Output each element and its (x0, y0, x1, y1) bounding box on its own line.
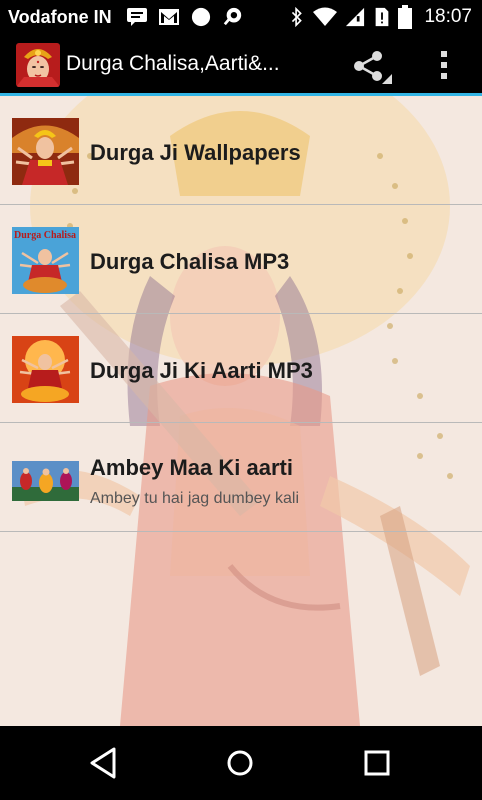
bluetooth-icon (291, 7, 302, 27)
wallpapers-thumbnail (12, 118, 79, 185)
wifi-icon (313, 7, 337, 26)
no-signal-icon (345, 7, 365, 27)
content-area: Durga Ji Wallpapers Durga Chalisa Durga … (0, 96, 482, 726)
app-title: Durga Chalisa,Aarti&... (66, 52, 280, 75)
list-item-label: Durga Chalisa MP3 (90, 249, 290, 274)
home-icon[interactable] (220, 745, 260, 781)
list-item-subtitle: Ambey tu hai jag dumbey kali (90, 490, 299, 507)
list-item-aarti-mp3[interactable]: Durga Ji Ki Aarti MP3 (0, 314, 482, 423)
circle-notification-icon (191, 7, 211, 27)
chalisa-thumbnail: Durga Chalisa (12, 227, 79, 294)
list-item-label: Durga Ji Wallpapers (90, 140, 301, 165)
aarti-thumbnail (12, 336, 79, 403)
gmail-icon (159, 9, 179, 25)
clock: 18:07 (424, 6, 472, 27)
app-icon[interactable] (16, 43, 60, 87)
list-item-ambey-maa[interactable]: Ambey Maa Ki aarti Ambey tu hai jag dumb… (0, 423, 482, 532)
list-item-label: Ambey Maa Ki aarti (90, 455, 293, 480)
battery-icon (398, 5, 412, 29)
recents-icon[interactable] (357, 745, 397, 781)
carrier-name: Vodafone IN (8, 7, 112, 27)
thumb-text: Durga Chalisa (14, 230, 76, 241)
back-icon[interactable] (84, 745, 124, 781)
list-item-wallpapers[interactable]: Durga Ji Wallpapers (0, 96, 482, 205)
list-item-label: Durga Ji Ki Aarti MP3 (90, 358, 313, 383)
screen: Vodafone IN 18:07 Durga Chalisa,Aarti&..… (0, 0, 482, 800)
list-item-chalisa-mp3[interactable]: Durga Chalisa Durga Chalisa MP3 (0, 205, 482, 314)
share-icon[interactable] (350, 48, 392, 84)
status-bar: Vodafone IN 18:07 (0, 0, 482, 34)
ambey-maa-thumbnail (12, 461, 79, 501)
navigation-bar (0, 726, 482, 800)
no-sim-icon (375, 7, 389, 27)
message-icon (127, 8, 147, 26)
search-notification-icon (223, 7, 242, 26)
action-bar: Durga Chalisa,Aarti&... (0, 34, 482, 96)
menu-list: Durga Ji Wallpapers Durga Chalisa Durga … (0, 96, 482, 532)
overflow-menu-icon[interactable] (432, 46, 456, 84)
